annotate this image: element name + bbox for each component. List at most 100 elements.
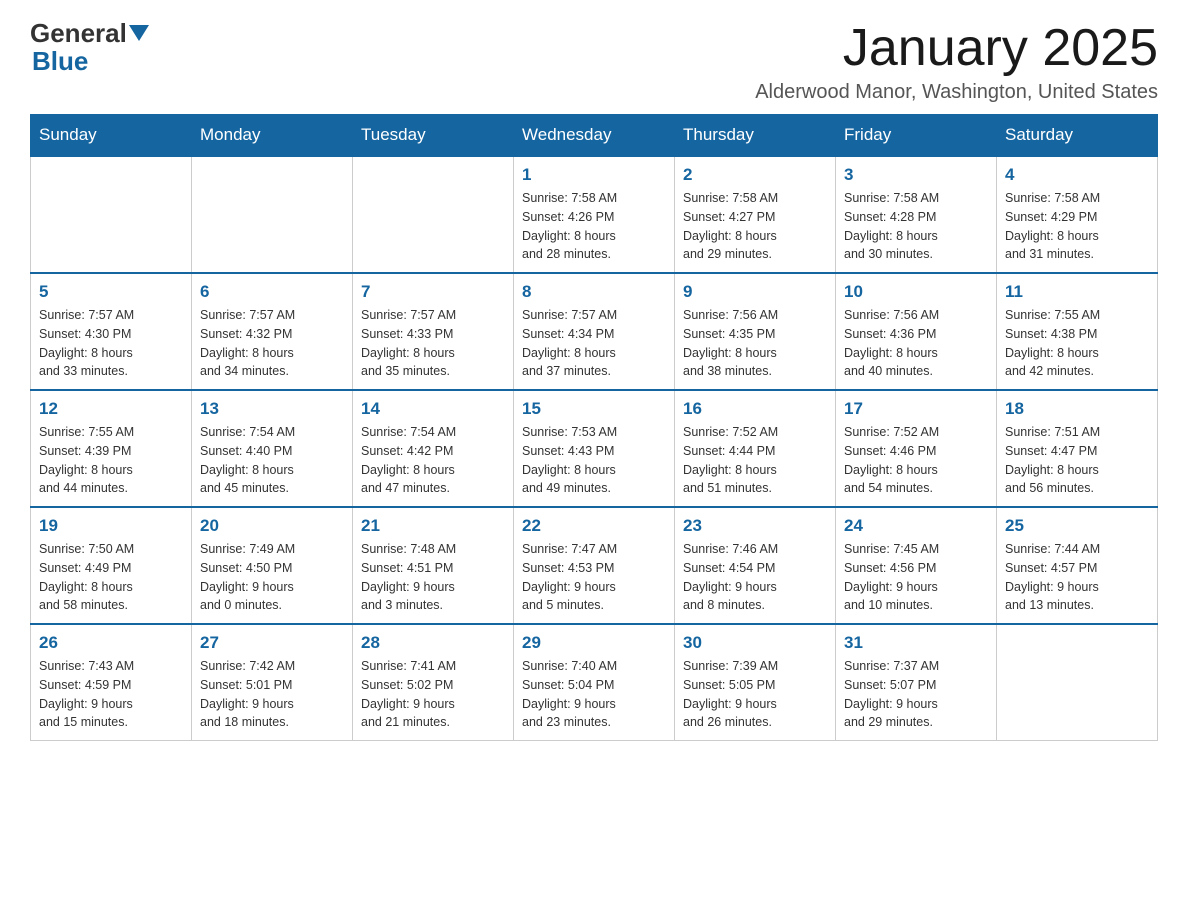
calendar-header-saturday: Saturday <box>997 115 1158 157</box>
calendar-cell: 11 Sunrise: 7:55 AM Sunset: 4:38 PM Dayli… <box>997 273 1158 390</box>
calendar-cell: 22 Sunrise: 7:47 AM Sunset: 4:53 PM Dayli… <box>514 507 675 624</box>
day-number: 10 <box>844 282 988 302</box>
day-number: 20 <box>200 516 344 536</box>
calendar-cell: 27 Sunrise: 7:42 AM Sunset: 5:01 PM Dayli… <box>192 624 353 741</box>
day-number: 29 <box>522 633 666 653</box>
calendar-cell: 17 Sunrise: 7:52 AM Sunset: 4:46 PM Dayli… <box>836 390 997 507</box>
day-info: Sunrise: 7:56 AM Sunset: 4:35 PM Dayligh… <box>683 306 827 381</box>
day-number: 11 <box>1005 282 1149 302</box>
day-info: Sunrise: 7:54 AM Sunset: 4:42 PM Dayligh… <box>361 423 505 498</box>
day-number: 6 <box>200 282 344 302</box>
day-number: 28 <box>361 633 505 653</box>
day-info: Sunrise: 7:39 AM Sunset: 5:05 PM Dayligh… <box>683 657 827 732</box>
day-info: Sunrise: 7:43 AM Sunset: 4:59 PM Dayligh… <box>39 657 183 732</box>
day-number: 17 <box>844 399 988 419</box>
logo-triangle-icon <box>129 25 149 41</box>
logo-blue-text: Blue <box>32 46 88 77</box>
day-info: Sunrise: 7:42 AM Sunset: 5:01 PM Dayligh… <box>200 657 344 732</box>
calendar-cell: 29Sunrise: 7:40 AM Sunset: 5:04 PM Dayli… <box>514 624 675 741</box>
calendar-cell: 1 Sunrise: 7:58 AM Sunset: 4:26 PM Daylig… <box>514 156 675 273</box>
calendar-cell: 24Sunrise: 7:45 AM Sunset: 4:56 PM Dayli… <box>836 507 997 624</box>
day-number: 7 <box>361 282 505 302</box>
day-info: Sunrise: 7:57 AM Sunset: 4:32 PM Dayligh… <box>200 306 344 381</box>
calendar-header-tuesday: Tuesday <box>353 115 514 157</box>
day-info: Sunrise: 7:44 AM Sunset: 4:57 PM Dayligh… <box>1005 540 1149 615</box>
calendar-header-row: SundayMondayTuesdayWednesdayThursdayFrid… <box>31 115 1158 157</box>
day-info: Sunrise: 7:47 AM Sunset: 4:53 PM Dayligh… <box>522 540 666 615</box>
day-number: 5 <box>39 282 183 302</box>
calendar-cell <box>192 156 353 273</box>
calendar-cell: 4Sunrise: 7:58 AM Sunset: 4:29 PM Daylig… <box>997 156 1158 273</box>
calendar-cell: 8 Sunrise: 7:57 AM Sunset: 4:34 PM Daylig… <box>514 273 675 390</box>
calendar-week-row-5: 26 Sunrise: 7:43 AM Sunset: 4:59 PM Dayli… <box>31 624 1158 741</box>
day-info: Sunrise: 7:58 AM Sunset: 4:27 PM Dayligh… <box>683 189 827 264</box>
calendar-header-friday: Friday <box>836 115 997 157</box>
logo-general-text: General <box>30 20 127 46</box>
day-info: Sunrise: 7:37 AM Sunset: 5:07 PM Dayligh… <box>844 657 988 732</box>
calendar-cell: 3 Sunrise: 7:58 AM Sunset: 4:28 PM Daylig… <box>836 156 997 273</box>
calendar-cell: 14 Sunrise: 7:54 AM Sunset: 4:42 PM Dayli… <box>353 390 514 507</box>
day-info: Sunrise: 7:53 AM Sunset: 4:43 PM Dayligh… <box>522 423 666 498</box>
calendar-cell: 13Sunrise: 7:54 AM Sunset: 4:40 PM Dayli… <box>192 390 353 507</box>
day-number: 16 <box>683 399 827 419</box>
title-section: January 2025 Alderwood Manor, Washington… <box>755 20 1158 104</box>
calendar-cell: 18Sunrise: 7:51 AM Sunset: 4:47 PM Dayli… <box>997 390 1158 507</box>
day-number: 1 <box>522 165 666 185</box>
day-number: 14 <box>361 399 505 419</box>
calendar-cell: 20Sunrise: 7:49 AM Sunset: 4:50 PM Dayli… <box>192 507 353 624</box>
day-number: 8 <box>522 282 666 302</box>
calendar-cell: 12 Sunrise: 7:55 AM Sunset: 4:39 PM Dayli… <box>31 390 192 507</box>
day-info: Sunrise: 7:50 AM Sunset: 4:49 PM Dayligh… <box>39 540 183 615</box>
logo: General Blue <box>30 20 151 77</box>
calendar-week-row-1: 1 Sunrise: 7:58 AM Sunset: 4:26 PM Daylig… <box>31 156 1158 273</box>
calendar-header-monday: Monday <box>192 115 353 157</box>
location-title: Alderwood Manor, Washington, United Stat… <box>755 81 1158 104</box>
day-info: Sunrise: 7:55 AM Sunset: 4:38 PM Dayligh… <box>1005 306 1149 381</box>
day-info: Sunrise: 7:52 AM Sunset: 4:46 PM Dayligh… <box>844 423 988 498</box>
calendar-cell: 25Sunrise: 7:44 AM Sunset: 4:57 PM Dayli… <box>997 507 1158 624</box>
day-info: Sunrise: 7:58 AM Sunset: 4:26 PM Dayligh… <box>522 189 666 264</box>
day-number: 21 <box>361 516 505 536</box>
calendar-cell: 6 Sunrise: 7:57 AM Sunset: 4:32 PM Daylig… <box>192 273 353 390</box>
day-info: Sunrise: 7:57 AM Sunset: 4:33 PM Dayligh… <box>361 306 505 381</box>
day-number: 2 <box>683 165 827 185</box>
calendar-cell: 30 Sunrise: 7:39 AM Sunset: 5:05 PM Dayli… <box>675 624 836 741</box>
day-info: Sunrise: 7:57 AM Sunset: 4:30 PM Dayligh… <box>39 306 183 381</box>
day-number: 31 <box>844 633 988 653</box>
calendar-cell: 7 Sunrise: 7:57 AM Sunset: 4:33 PM Daylig… <box>353 273 514 390</box>
day-number: 23 <box>683 516 827 536</box>
calendar-cell: 2 Sunrise: 7:58 AM Sunset: 4:27 PM Daylig… <box>675 156 836 273</box>
day-number: 27 <box>200 633 344 653</box>
day-info: Sunrise: 7:57 AM Sunset: 4:34 PM Dayligh… <box>522 306 666 381</box>
day-info: Sunrise: 7:52 AM Sunset: 4:44 PM Dayligh… <box>683 423 827 498</box>
day-number: 3 <box>844 165 988 185</box>
calendar-cell: 21 Sunrise: 7:48 AM Sunset: 4:51 PM Dayli… <box>353 507 514 624</box>
day-number: 15 <box>522 399 666 419</box>
day-info: Sunrise: 7:48 AM Sunset: 4:51 PM Dayligh… <box>361 540 505 615</box>
day-info: Sunrise: 7:54 AM Sunset: 4:40 PM Dayligh… <box>200 423 344 498</box>
calendar-cell: 31 Sunrise: 7:37 AM Sunset: 5:07 PM Dayli… <box>836 624 997 741</box>
calendar-header-wednesday: Wednesday <box>514 115 675 157</box>
day-number: 12 <box>39 399 183 419</box>
day-number: 30 <box>683 633 827 653</box>
calendar-cell <box>997 624 1158 741</box>
day-info: Sunrise: 7:55 AM Sunset: 4:39 PM Dayligh… <box>39 423 183 498</box>
page-header: General Blue January 2025 Alderwood Mano… <box>30 20 1158 104</box>
day-info: Sunrise: 7:41 AM Sunset: 5:02 PM Dayligh… <box>361 657 505 732</box>
calendar-cell <box>31 156 192 273</box>
day-number: 26 <box>39 633 183 653</box>
day-number: 24 <box>844 516 988 536</box>
calendar-week-row-3: 12 Sunrise: 7:55 AM Sunset: 4:39 PM Dayli… <box>31 390 1158 507</box>
day-number: 9 <box>683 282 827 302</box>
month-title: January 2025 <box>755 20 1158 77</box>
calendar-cell: 19 Sunrise: 7:50 AM Sunset: 4:49 PM Dayli… <box>31 507 192 624</box>
day-number: 22 <box>522 516 666 536</box>
calendar-cell: 15 Sunrise: 7:53 AM Sunset: 4:43 PM Dayli… <box>514 390 675 507</box>
day-number: 19 <box>39 516 183 536</box>
calendar-cell: 16 Sunrise: 7:52 AM Sunset: 4:44 PM Dayli… <box>675 390 836 507</box>
day-info: Sunrise: 7:58 AM Sunset: 4:29 PM Dayligh… <box>1005 189 1149 264</box>
calendar-week-row-2: 5 Sunrise: 7:57 AM Sunset: 4:30 PM Daylig… <box>31 273 1158 390</box>
calendar-cell <box>353 156 514 273</box>
day-info: Sunrise: 7:58 AM Sunset: 4:28 PM Dayligh… <box>844 189 988 264</box>
calendar-header-sunday: Sunday <box>31 115 192 157</box>
